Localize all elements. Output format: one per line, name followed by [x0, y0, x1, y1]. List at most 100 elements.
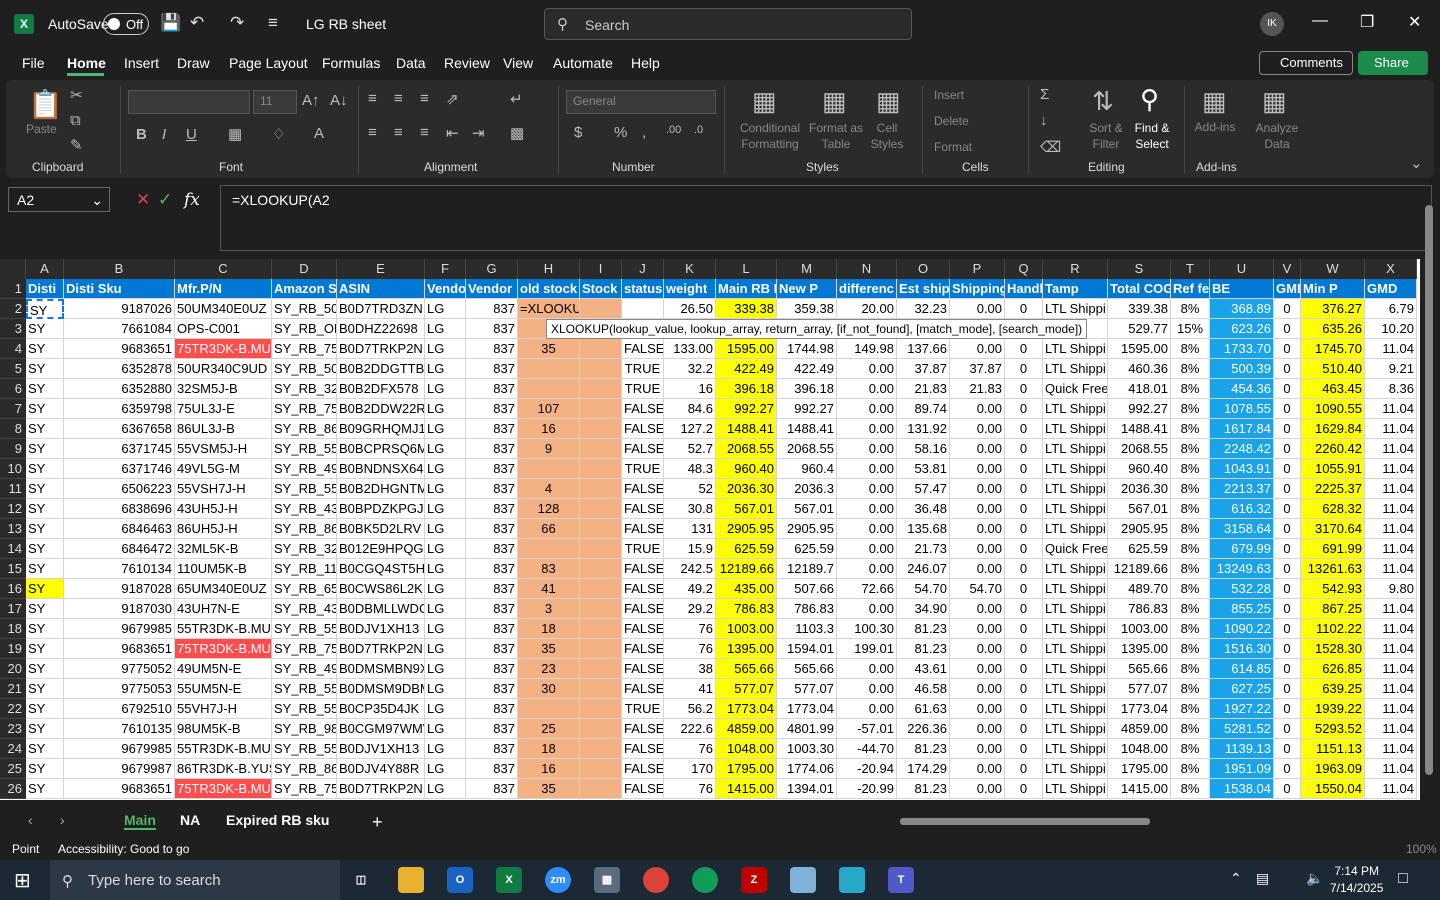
sort-filter-button[interactable]: Sort & Filter [1084, 120, 1128, 152]
cell-t[interactable]: 8% [1171, 339, 1210, 359]
share-button[interactable]: Share [1358, 51, 1428, 75]
cell-k[interactable]: 76 [664, 619, 716, 639]
cell-f[interactable]: LG [425, 539, 466, 559]
cell-o[interactable]: 174.29 [897, 759, 950, 779]
header-cell-k[interactable]: weight [664, 279, 716, 299]
header-cell-x[interactable]: GMD [1365, 279, 1417, 299]
cell-n[interactable]: 0.00 [837, 679, 897, 699]
analyze-data-icon[interactable]: ▦ [1262, 86, 1287, 117]
format-as-table-button[interactable]: Format as Table [806, 120, 866, 152]
cell-h[interactable]: 128 [518, 499, 580, 519]
cell-g[interactable]: 837 [466, 599, 518, 619]
cell-x[interactable]: 11.04 [1365, 479, 1417, 499]
cell-x[interactable]: 9.80 [1365, 579, 1417, 599]
cell-m[interactable]: 2068.55 [777, 439, 837, 459]
header-cell-p[interactable]: Shipping [950, 279, 1005, 299]
cell-r[interactable]: LTL Shippi [1043, 439, 1108, 459]
cell-u[interactable]: 13249.63 [1210, 559, 1274, 579]
row-header-6[interactable]: 6 [0, 379, 26, 399]
cell-w[interactable]: 1102.22 [1301, 619, 1365, 639]
cell-s[interactable]: 577.07 [1108, 679, 1171, 699]
italic-icon[interactable]: I [162, 126, 166, 143]
cell-v[interactable]: 0 [1274, 319, 1301, 339]
accessibility-status[interactable]: Accessibility: Good to go [58, 842, 189, 856]
cell-d[interactable]: SY_RB_75T [272, 339, 337, 359]
cell-c[interactable]: 43UH7N-E [175, 599, 272, 619]
cell-g[interactable]: 837 [466, 419, 518, 439]
cell-a[interactable]: SY [26, 739, 64, 759]
cell-p[interactable]: 0.00 [950, 779, 1005, 799]
cell-c[interactable]: 50UR340C9UD [175, 359, 272, 379]
header-cell-w[interactable]: Min P [1301, 279, 1365, 299]
cell-v[interactable]: 0 [1274, 619, 1301, 639]
column-header-c[interactable]: C [175, 259, 272, 279]
cell-f[interactable]: LG [425, 579, 466, 599]
header-cell-f[interactable]: Vendo [425, 279, 466, 299]
column-header-o[interactable]: O [897, 259, 950, 279]
cell-x[interactable]: 11.04 [1365, 659, 1417, 679]
cell-k[interactable]: 52.7 [664, 439, 716, 459]
cell-i[interactable] [580, 579, 622, 599]
name-box[interactable]: A2 ⌄ [8, 187, 110, 212]
cell-o[interactable]: 226.36 [897, 719, 950, 739]
cell-h[interactable]: 18 [518, 619, 580, 639]
cell-k[interactable]: 41 [664, 679, 716, 699]
underline-icon[interactable]: U [186, 126, 197, 143]
cell-r[interactable]: Quick Free [1043, 379, 1108, 399]
cell-m[interactable]: 1594.01 [777, 639, 837, 659]
excel-taskbar-icon[interactable]: X [496, 867, 522, 893]
cell-e[interactable]: B0D7TRKP2N [337, 639, 425, 659]
cell-f[interactable]: LG [425, 419, 466, 439]
clear-icon[interactable]: ⌫ [1040, 138, 1061, 156]
cell-f[interactable]: LG [425, 379, 466, 399]
cell-d[interactable]: SY_RB_55U [272, 679, 337, 699]
cell-h[interactable]: 23 [518, 659, 580, 679]
cell-d[interactable]: SY_RB_86T [272, 759, 337, 779]
cell-k[interactable]: 15.9 [664, 539, 716, 559]
clock[interactable]: 7:14 PM 7/14/2025 [1330, 863, 1383, 897]
cell-l[interactable]: 992.27 [716, 399, 777, 419]
cell-f[interactable]: LG [425, 439, 466, 459]
cell-q[interactable]: 0 [1005, 439, 1043, 459]
cell-b[interactable]: 9187026 [64, 299, 175, 319]
cell-x[interactable]: 11.04 [1365, 619, 1417, 639]
cell-f[interactable]: LG [425, 459, 466, 479]
cell-o[interactable]: 58.16 [897, 439, 950, 459]
cell-s[interactable]: 992.27 [1108, 399, 1171, 419]
delete-cells-button[interactable]: Delete [934, 114, 969, 128]
cell-h[interactable] [518, 359, 580, 379]
cell-f[interactable]: LG [425, 499, 466, 519]
cell-x[interactable]: 11.04 [1365, 439, 1417, 459]
tab-file[interactable]: File [22, 55, 45, 71]
row-header-4[interactable]: 4 [0, 339, 26, 359]
cell-r[interactable]: LTL Shippi [1043, 659, 1108, 679]
cell-k[interactable]: 84.6 [664, 399, 716, 419]
cell-l[interactable]: 2036.30 [716, 479, 777, 499]
font-size-select[interactable]: 11 [253, 90, 297, 114]
cell-w[interactable]: 1055.91 [1301, 459, 1365, 479]
cell-n[interactable]: 0.00 [837, 419, 897, 439]
cell-j[interactable] [622, 299, 664, 319]
cell-a[interactable]: SY [26, 719, 64, 739]
cell-s[interactable]: 418.01 [1108, 379, 1171, 399]
cell-t[interactable]: 8% [1171, 539, 1210, 559]
cell-j[interactable]: FALSE [622, 399, 664, 419]
cell-q[interactable]: 0 [1005, 759, 1043, 779]
redo-icon[interactable]: ↷ [230, 13, 244, 33]
cell-l[interactable]: 960.40 [716, 459, 777, 479]
cell-h[interactable]: 83 [518, 559, 580, 579]
cell-h[interactable]: 3 [518, 599, 580, 619]
cell-m[interactable]: 1773.04 [777, 699, 837, 719]
cell-n[interactable]: 0.00 [837, 659, 897, 679]
cell-f[interactable]: LG [425, 479, 466, 499]
cell-t[interactable]: 8% [1171, 699, 1210, 719]
cell-f[interactable]: LG [425, 519, 466, 539]
cell-i[interactable] [580, 479, 622, 499]
cell-x[interactable]: 11.04 [1365, 559, 1417, 579]
cell-h[interactable] [518, 459, 580, 479]
cell-n[interactable]: 0.00 [837, 379, 897, 399]
cell-b[interactable]: 9187028 [64, 579, 175, 599]
addins-icon[interactable]: ▦ [1202, 86, 1227, 117]
cell-i[interactable] [580, 399, 622, 419]
cell-x[interactable]: 11.04 [1365, 639, 1417, 659]
